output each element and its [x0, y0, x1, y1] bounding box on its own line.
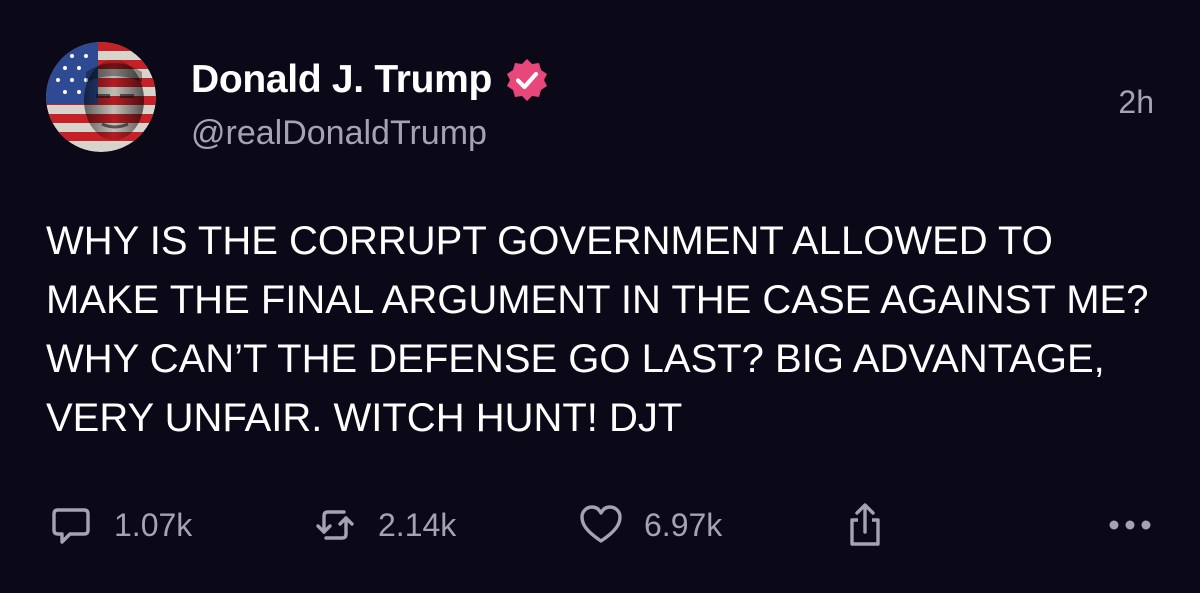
post-card: Donald J. Trump @realDonaldTrump 2h WHY …: [0, 0, 1200, 593]
reply-button[interactable]: 1.07k: [48, 495, 192, 555]
like-count: 6.97k: [644, 506, 723, 543]
post-actions-bar: 1.07k 2.14k 6.97k: [0, 495, 1200, 555]
heart-icon: [578, 502, 624, 548]
share-button[interactable]: [842, 495, 888, 555]
post-timestamp: 2h: [1118, 84, 1154, 120]
display-name[interactable]: Donald J. Trump: [191, 58, 492, 102]
share-icon: [842, 502, 888, 548]
reply-count: 1.07k: [114, 506, 193, 543]
reply-icon: [48, 502, 94, 548]
more-dots-icon: [1106, 520, 1154, 547]
repost-button[interactable]: 2.14k: [312, 495, 456, 555]
verified-badge-icon: [504, 57, 550, 103]
author-name-row: Donald J. Trump: [191, 56, 550, 104]
more-options-button[interactable]: [1106, 507, 1154, 543]
avatar[interactable]: [46, 42, 156, 152]
post-text: WHY IS THE CORRUPT GOVERNMENT ALLOWED TO…: [46, 219, 1149, 440]
username-handle[interactable]: @realDonaldTrump: [191, 114, 487, 153]
repost-count: 2.14k: [378, 506, 457, 543]
like-button[interactable]: 6.97k: [578, 495, 722, 555]
repost-icon: [312, 502, 358, 548]
avatar-image: [46, 42, 156, 152]
